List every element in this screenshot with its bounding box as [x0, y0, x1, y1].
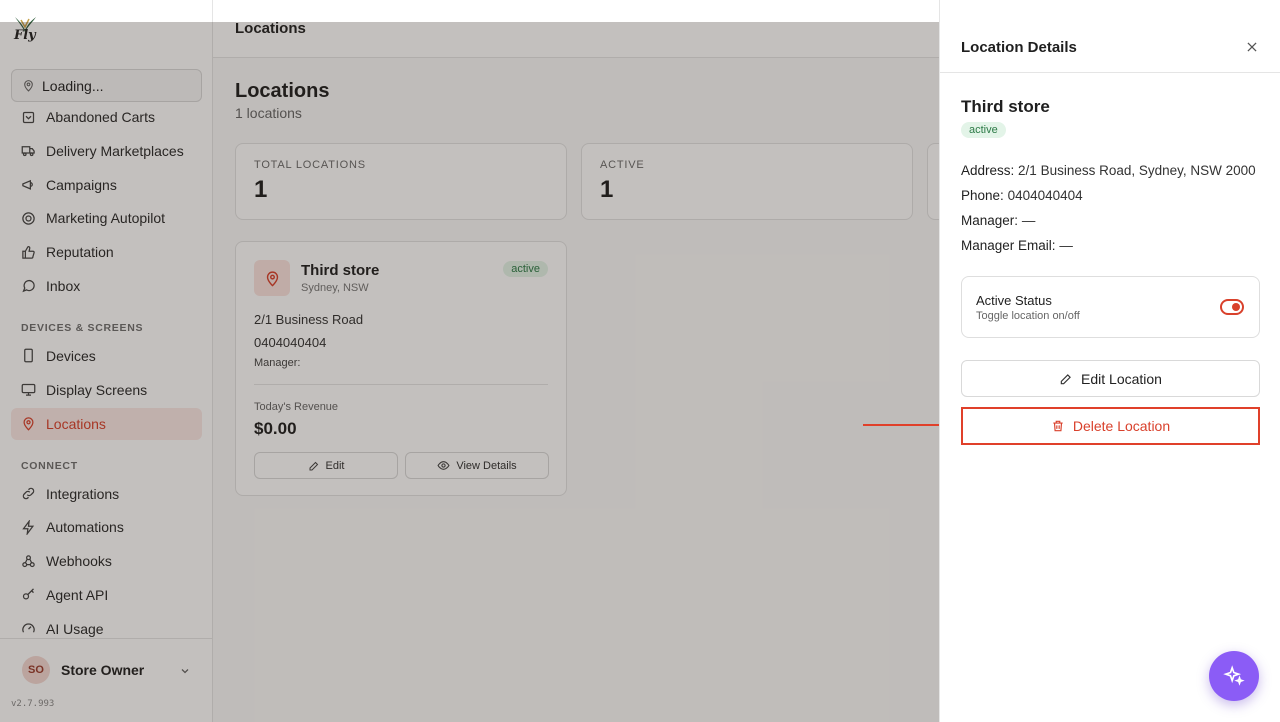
- active-status-panel: Active Status Toggle location on/off: [961, 276, 1260, 338]
- close-icon[interactable]: [1245, 40, 1259, 54]
- drawer-title: Location Details: [961, 39, 1077, 56]
- phone-label: Phone:: [961, 188, 1004, 203]
- active-status-title: Active Status: [976, 293, 1052, 308]
- status-badge: active: [961, 122, 1006, 138]
- drawer-location-name: Third store: [961, 97, 1050, 116]
- address-label: Address:: [961, 163, 1015, 178]
- annotation-arrow-line: [863, 424, 943, 426]
- ai-assistant-button[interactable]: [1209, 651, 1259, 701]
- delete-location-button[interactable]: Delete Location: [961, 407, 1260, 445]
- drawer-manager-email: Manager Email: —: [961, 238, 1073, 253]
- manager-value: —: [1021, 213, 1036, 228]
- sparkles-icon: [1223, 665, 1245, 686]
- drawer-manager: Manager: —: [961, 213, 1035, 228]
- active-status-subtitle: Toggle location on/off: [976, 310, 1080, 322]
- drawer-header: Location Details: [940, 22, 1280, 73]
- delete-location-label: Delete Location: [1072, 418, 1171, 434]
- drawer-address: Address: 2/1 Business Road, Sydney, NSW …: [961, 163, 1256, 178]
- address-value: 2/1 Business Road, Sydney, NSW 2000: [1018, 163, 1256, 178]
- manager-email-value: —: [1059, 238, 1073, 253]
- modal-backdrop[interactable]: [0, 22, 939, 722]
- pencil-icon: [1060, 373, 1071, 384]
- phone-value: 0404040404: [1007, 188, 1083, 203]
- drawer-phone: Phone: 0404040404: [961, 188, 1083, 203]
- location-details-drawer: Location Details Third store active Addr…: [939, 0, 1280, 722]
- active-status-toggle[interactable]: [1220, 299, 1244, 315]
- edit-location-button[interactable]: Edit Location: [961, 360, 1260, 397]
- trash-icon: [1053, 420, 1063, 432]
- manager-label: Manager:: [961, 213, 1019, 228]
- manager-email-label: Manager Email:: [961, 238, 1056, 253]
- edit-location-label: Edit Location: [1081, 370, 1162, 387]
